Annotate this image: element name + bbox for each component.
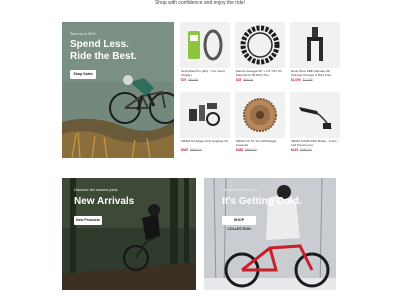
product-grid: Scotchfast Pro (EU) - Tire Insert (Singl…	[180, 22, 340, 158]
product-image[interactable]	[290, 22, 340, 68]
snow-rider-image	[204, 178, 336, 290]
cassette-icon	[243, 98, 277, 132]
product-price: $75 $94.99	[181, 78, 198, 82]
forest-rider-image	[62, 178, 196, 290]
product-card[interactable]: Maxxis Assegai 29" x 2.6" WT 3C MaxxTerr…	[235, 22, 285, 88]
product-name[interactable]: SRAM CODE RSC Brake - Front / Left Hand …	[291, 139, 340, 148]
original-price: $95.00	[243, 78, 254, 82]
new-arrivals-subtitle: Discover the newest parts	[74, 188, 118, 192]
shop-collection-button[interactable]: SHOP COLLECTION	[222, 216, 256, 231]
hero-title-line2: Ride the Best.	[70, 51, 137, 62]
product-card[interactable]: Rock Shox ZEB Ultimate 29" Ultimate Char…	[290, 22, 340, 88]
hero-banner[interactable]: Save up to 50% Spend Less. Ride the Best…	[62, 22, 174, 158]
product-image[interactable]	[290, 92, 340, 138]
original-price: $1,459	[302, 78, 313, 82]
product-image[interactable]	[180, 22, 230, 68]
getting-cold-subtitle: Fall gear is here now	[222, 188, 258, 192]
product-image[interactable]	[180, 92, 230, 138]
original-price: $650.00	[245, 148, 257, 152]
new-arrivals-title: New Arrivals	[74, 196, 135, 207]
brake-lever-icon	[299, 107, 332, 130]
hero-title-line1: Spend Less.	[70, 39, 129, 50]
getting-cold-title: It's Getting Cold.	[222, 196, 302, 207]
drivetrain-kit-icon	[189, 103, 220, 126]
product-card[interactable]: SRAM CODE RSC Brake - Front / Left Hand …	[290, 92, 340, 158]
product-card[interactable]: SRAM GX Eagle AXS Upgrade Kit $369 $549.0…	[180, 92, 230, 158]
product-card[interactable]: Scotchfast Pro (EU) - Tire Insert (Singl…	[180, 22, 230, 88]
new-arrivals-banner[interactable]: Discover the newest parts New Arrivals N…	[62, 178, 196, 290]
hero-subtitle: Save up to 50%	[70, 32, 96, 36]
tire-insert-icon	[188, 29, 223, 61]
suspension-fork-icon	[307, 27, 323, 61]
product-price: $369 $549.00	[181, 148, 202, 152]
sale-price: $149	[291, 148, 299, 152]
product-card[interactable]: SRAM XX SL XG-1299 Eagle Cassette $488 $6…	[235, 92, 285, 158]
sale-price: $488	[236, 148, 244, 152]
product-price: $488 $650.00	[236, 148, 257, 152]
hero-title: Spend Less. Ride the Best.	[70, 39, 137, 63]
product-price: $149 $230.00	[291, 148, 312, 152]
product-name[interactable]: SRAM GX Eagle AXS Upgrade Kit	[181, 139, 230, 144]
getting-cold-banner[interactable]: Fall gear is here now It's Getting Cold.…	[204, 178, 336, 290]
product-price: $35 $95.00	[236, 78, 253, 82]
product-image[interactable]	[235, 92, 285, 138]
top-tagline: Shop with confidence and enjoy the ride!	[154, 0, 246, 6]
product-name[interactable]: Maxxis Assegai 29" x 2.6" WT 3C MaxxTerr…	[236, 69, 285, 78]
sale-price: $1,099	[291, 78, 301, 82]
new-products-button[interactable]: New Products	[74, 216, 102, 225]
product-name[interactable]: SRAM XX SL XG-1299 Eagle Cassette	[236, 139, 285, 148]
sale-price: $35	[236, 78, 242, 82]
shop-sales-button[interactable]: Shop Sales	[70, 70, 96, 79]
product-image[interactable]	[235, 22, 285, 68]
mtb-tire-icon	[240, 25, 280, 65]
product-name[interactable]: Rock Shox ZEB Ultimate 29" Ultimate Char…	[291, 69, 340, 78]
original-price: $549.00	[190, 148, 202, 152]
sale-price: $75	[181, 78, 187, 82]
original-price: $230.00	[300, 148, 312, 152]
product-name[interactable]: Scotchfast Pro (EU) - Tire Insert (Singl…	[181, 69, 230, 78]
product-price: $1,099 $1,459	[291, 78, 313, 82]
original-price: $94.99	[188, 78, 199, 82]
sale-price: $369	[181, 148, 189, 152]
